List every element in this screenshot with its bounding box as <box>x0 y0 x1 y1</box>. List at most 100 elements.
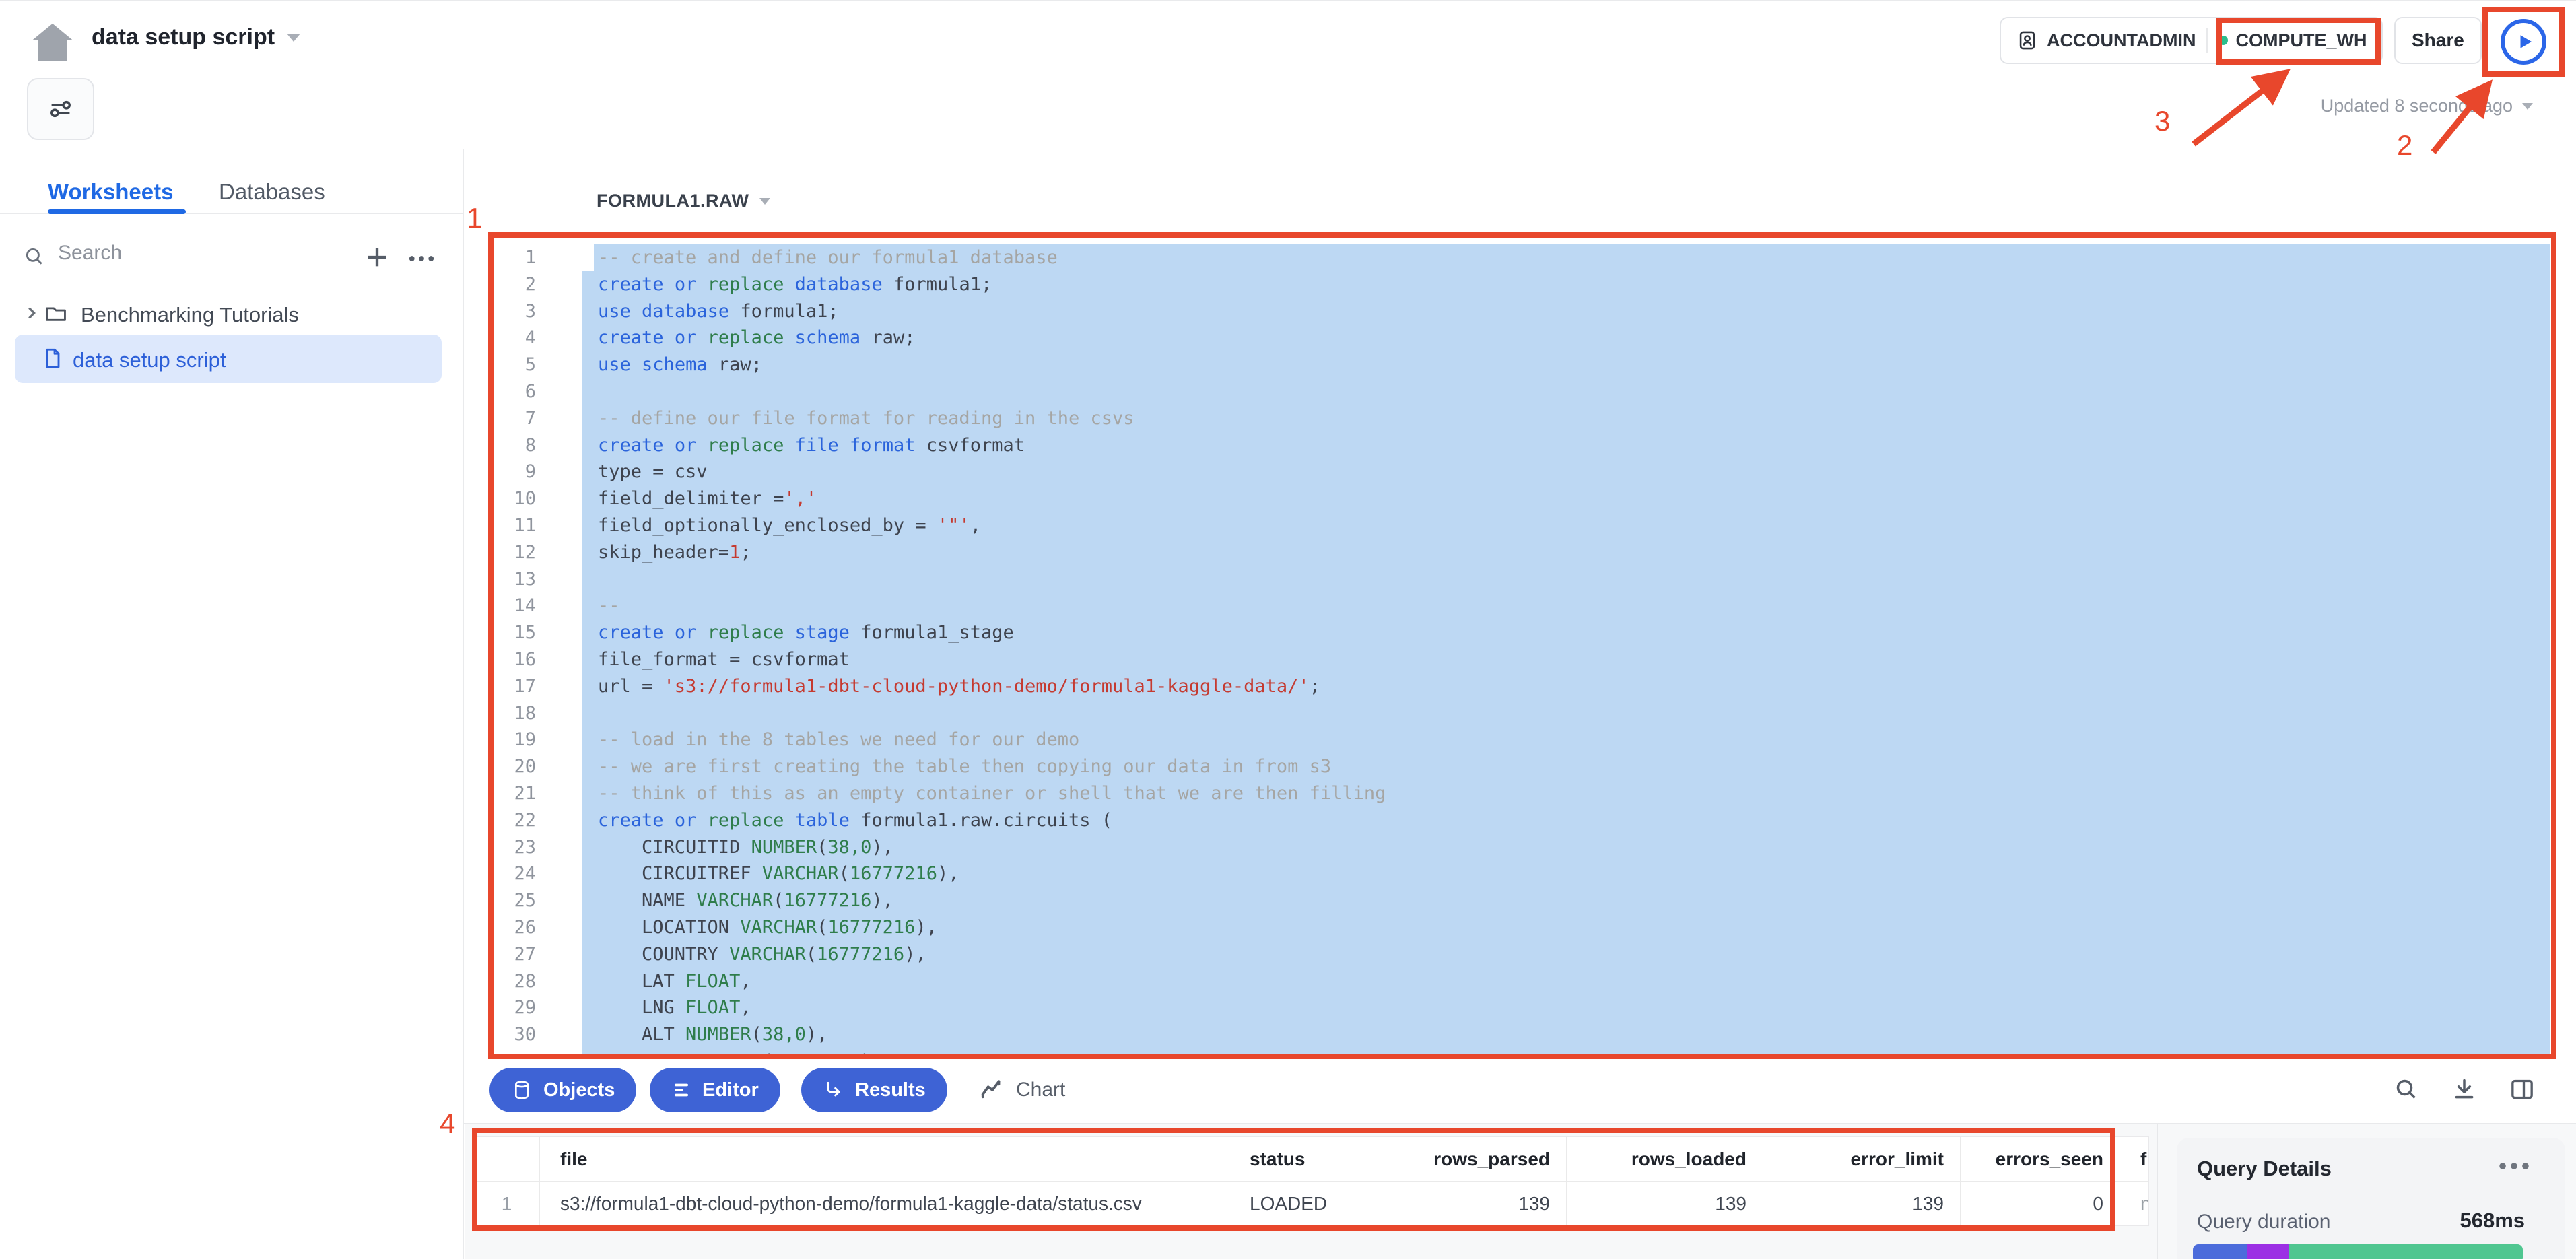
code-line[interactable]: 23 CIRCUITID NUMBER(38,0), <box>465 834 2576 861</box>
chart-toggle[interactable]: Chart <box>980 1073 1065 1107</box>
home-button[interactable] <box>24 16 81 73</box>
code-line[interactable]: 3use database formula1; <box>465 298 2576 325</box>
database-cylinder-icon <box>511 1079 533 1101</box>
code-line[interactable]: 16file_format = csvformat <box>465 646 2576 673</box>
share-button[interactable]: Share <box>2394 17 2482 64</box>
ellipsis-icon[interactable] <box>407 250 436 267</box>
gutter-gap <box>536 592 582 619</box>
column-header[interactable]: errors_seen <box>1961 1137 2120 1182</box>
code-text: field_delimiter =',' <box>582 485 2550 512</box>
gutter-gap <box>536 244 594 271</box>
magnifier-icon <box>2393 1076 2420 1103</box>
code-line[interactable]: 2create or replace database formula1; <box>465 271 2576 298</box>
sidebar-divider <box>463 149 464 1259</box>
sidebar-item-data-setup-script[interactable]: data setup script <box>73 348 226 372</box>
code-line[interactable]: 12skip_header=1; <box>465 539 2576 566</box>
table-row[interactable]: 1s3://formula1-dbt-cloud-python-demo/for… <box>474 1182 2148 1226</box>
code-line[interactable]: 6 <box>465 378 2576 405</box>
code-line[interactable]: 30 ALT NUMBER(38,0), <box>465 1021 2576 1048</box>
gutter-gap <box>536 566 582 593</box>
line-number: 15 <box>465 619 536 646</box>
chart-label: Chart <box>1016 1079 1065 1101</box>
code-line[interactable]: 14 -- <box>465 592 2576 619</box>
code-line[interactable]: 5use schema raw; <box>465 351 2576 378</box>
column-header[interactable]: error_limit <box>1763 1137 1961 1182</box>
updated-text: Updated 8 seconds ago <box>2321 96 2513 116</box>
results-button[interactable]: Results <box>801 1068 947 1112</box>
code-line[interactable]: 7-- define our file format for reading i… <box>465 405 2576 432</box>
sql-editor[interactable]: 1-- create and define our formula1 datab… <box>465 244 2576 1058</box>
code-line[interactable]: 19-- load in the 8 tables we need for ou… <box>465 726 2576 753</box>
code-text: create or replace schema raw; <box>582 325 2550 351</box>
code-line[interactable]: 8create or replace file format csvformat <box>465 432 2576 459</box>
chevron-right-icon[interactable] <box>22 303 42 323</box>
line-number: 14 <box>465 592 536 619</box>
query-duration-label: Query duration <box>2197 1211 2330 1233</box>
updated-status[interactable]: Updated 8 seconds ago <box>2321 96 2533 116</box>
line-number: 24 <box>465 860 536 887</box>
code-text: -- define our file format for reading in… <box>582 405 2550 432</box>
code-line[interactable]: 25 NAME VARCHAR(16777216), <box>465 887 2576 914</box>
objects-button[interactable]: Objects <box>489 1068 636 1112</box>
search-results-button[interactable] <box>2392 1075 2421 1104</box>
column-header[interactable]: rows_parsed <box>1367 1137 1567 1182</box>
code-line[interactable]: 10field_delimiter =',' <box>465 485 2576 512</box>
code-text: LNG FLOAT, <box>582 994 2550 1021</box>
gutter-gap <box>536 673 582 700</box>
run-button[interactable] <box>2501 19 2546 65</box>
context-selector[interactable]: ACCOUNTADMIN COMPUTE_WH <box>2000 17 2383 64</box>
split-view-button[interactable] <box>2507 1075 2537 1104</box>
code-line[interactable]: 22create or replace table formula1.raw.c… <box>465 807 2576 834</box>
code-line[interactable]: 4create or replace schema raw; <box>465 325 2576 351</box>
return-arrow-icon <box>823 1079 844 1101</box>
tab-worksheets[interactable]: Worksheets <box>48 179 173 205</box>
sidebar-folder-benchmarking-tutorials[interactable]: Benchmarking Tutorials <box>81 303 299 327</box>
worksheet-title[interactable]: data setup script <box>92 24 300 50</box>
column-header[interactable]: rows_loaded <box>1567 1137 1763 1182</box>
query-duration-value: 568ms <box>2460 1209 2525 1233</box>
editor-button[interactable]: Editor <box>650 1068 780 1112</box>
code-line[interactable]: 11field_optionally_enclosed_by = '"', <box>465 512 2576 539</box>
code-line[interactable]: 24 CIRCUITREF VARCHAR(16777216), <box>465 860 2576 887</box>
search-input[interactable] <box>57 241 315 265</box>
download-results-button[interactable] <box>2449 1075 2479 1104</box>
editor-context-selector[interactable]: FORMULA1.RAW <box>597 191 770 211</box>
results-table: filestatusrows_parsedrows_loadederror_li… <box>473 1136 2149 1226</box>
code-line[interactable]: 15create or replace stage formula1_stage <box>465 619 2576 646</box>
pill-divider <box>2206 28 2208 53</box>
code-line[interactable]: 1-- create and define our formula1 datab… <box>465 244 2576 271</box>
code-text: url = 's3://formula1-dbt-cloud-python-de… <box>582 673 2550 700</box>
code-text: -- <box>582 592 2550 619</box>
line-number: 20 <box>465 753 536 780</box>
plus-icon[interactable] <box>364 244 391 271</box>
code-line[interactable]: 13 <box>465 566 2576 593</box>
annotation-arrow-3 <box>2194 74 2284 144</box>
column-header[interactable]: fi <box>2120 1137 2149 1182</box>
table-cell: s3://formula1-dbt-cloud-python-demo/form… <box>540 1182 1229 1226</box>
line-number: 17 <box>465 673 536 700</box>
chevron-down-icon <box>2522 103 2533 110</box>
column-header[interactable]: status <box>1229 1137 1367 1182</box>
code-line[interactable]: 21-- think of this as an empty container… <box>465 780 2576 807</box>
table-cell: 139 <box>1763 1182 1961 1226</box>
table-header-row: filestatusrows_parsedrows_loadederror_li… <box>474 1137 2148 1182</box>
code-line[interactable]: 28 LAT FLOAT, <box>465 968 2576 995</box>
code-line[interactable]: 18 <box>465 700 2576 727</box>
code-line[interactable]: 26 LOCATION VARCHAR(16777216), <box>465 914 2576 941</box>
worksheet-config-button[interactable] <box>27 78 94 140</box>
code-line[interactable]: 31 URL VARCHAR(16777216), <box>465 1048 2576 1058</box>
document-icon <box>40 346 65 370</box>
tab-databases[interactable]: Databases <box>219 179 325 205</box>
column-header[interactable]: file <box>540 1137 1229 1182</box>
code-line[interactable]: 29 LNG FLOAT, <box>465 994 2576 1021</box>
code-line[interactable]: 27 COUNTRY VARCHAR(16777216), <box>465 941 2576 968</box>
code-line[interactable]: 20-- we are first creating the table the… <box>465 753 2576 780</box>
code-line[interactable]: 9type = csv <box>465 458 2576 485</box>
ellipsis-icon[interactable] <box>2498 1161 2530 1171</box>
code-line[interactable]: 17 url = 's3://formula1-dbt-cloud-python-… <box>465 673 2576 700</box>
annotation-label-1: 1 <box>467 202 482 234</box>
code-text: URL VARCHAR(16777216), <box>582 1048 2550 1058</box>
table-cell: 139 <box>1367 1182 1567 1226</box>
line-number: 18 <box>465 700 536 727</box>
line-number: 16 <box>465 646 536 673</box>
